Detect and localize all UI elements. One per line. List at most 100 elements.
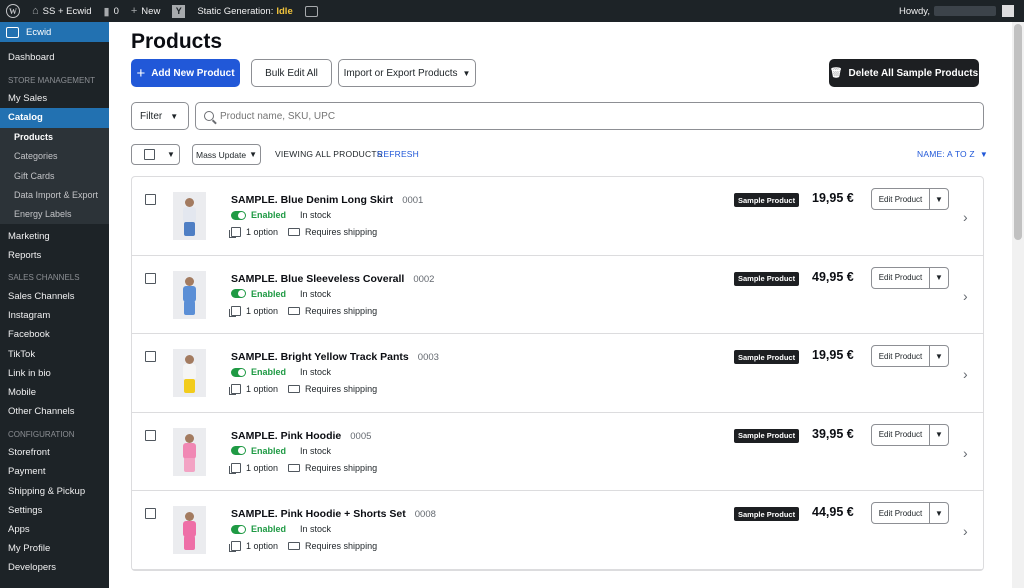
sidebar-item-instagram[interactable]: Instagram bbox=[0, 306, 109, 325]
edit-product-button[interactable]: Edit Product bbox=[872, 346, 930, 366]
chevron-down-icon: ▼ bbox=[462, 68, 471, 78]
sidebar-item-energy-labels[interactable]: Energy Labels bbox=[0, 204, 109, 223]
product-checkbox[interactable] bbox=[145, 429, 156, 441]
product-thumbnail[interactable] bbox=[173, 270, 206, 319]
ecwid-bar-link[interactable] bbox=[299, 0, 324, 22]
product-row[interactable]: SAMPLE. Blue Sleeveless Coverall 0002 Ena… bbox=[132, 256, 983, 334]
product-name-link[interactable]: SAMPLE. Pink Hoodie 0005 bbox=[231, 430, 371, 442]
chevron-right-icon[interactable]: › bbox=[963, 523, 968, 539]
chevron-right-icon[interactable]: › bbox=[963, 366, 968, 382]
product-list: SAMPLE. Blue Denim Long Skirt 0001 Enable… bbox=[131, 176, 984, 571]
sidebar-item-shipping-pickup[interactable]: Shipping & Pickup bbox=[0, 482, 109, 501]
sidebar-item-my-profile[interactable]: My Profile bbox=[0, 539, 109, 558]
sidebar-item-gift-cards[interactable]: Gift Cards bbox=[0, 166, 109, 185]
enabled-toggle[interactable] bbox=[231, 210, 246, 220]
comments-link[interactable]: ▮ 0 bbox=[98, 0, 125, 22]
product-name-link[interactable]: SAMPLE. Blue Denim Long Skirt 0001 bbox=[231, 194, 423, 206]
sidebar-item-dashboard[interactable]: Dashboard bbox=[0, 48, 109, 67]
sidebar-item-settings[interactable]: Settings bbox=[0, 501, 109, 520]
product-name-link[interactable]: SAMPLE. Blue Sleeveless Coverall 0002 bbox=[231, 273, 434, 285]
sidebar-item-facebook[interactable]: Facebook bbox=[0, 325, 109, 344]
thumbnail-head-shape bbox=[185, 355, 194, 364]
product-row[interactable]: SAMPLE. Bright Yellow Track Pants 0003 En… bbox=[132, 334, 983, 413]
chevron-right-icon[interactable]: › bbox=[963, 288, 968, 304]
site-name-link[interactable]: ⌂ SS + Ecwid bbox=[26, 0, 98, 22]
edit-product-button[interactable]: Edit Product bbox=[872, 189, 930, 209]
static-generation-status[interactable]: Static Generation: Idle bbox=[191, 0, 298, 22]
edit-product-button[interactable]: Edit Product bbox=[872, 503, 930, 523]
chevron-down-icon: ▼ bbox=[979, 150, 988, 159]
edit-product-button[interactable]: Edit Product bbox=[872, 267, 930, 288]
chevron-right-icon[interactable]: › bbox=[963, 209, 968, 225]
mass-update-button[interactable]: Mass Update ▼ bbox=[192, 144, 261, 165]
search-box bbox=[195, 102, 984, 130]
thumbnail-top-shape bbox=[183, 285, 196, 302]
avatar bbox=[1002, 5, 1014, 17]
yoast-menu[interactable]: Y bbox=[166, 0, 191, 22]
sidebar-item-my-sales[interactable]: My Sales bbox=[0, 89, 109, 108]
edit-product-dropdown[interactable]: ▼ bbox=[930, 425, 948, 445]
product-checkbox[interactable] bbox=[145, 194, 156, 205]
product-thumbnail[interactable] bbox=[173, 349, 206, 397]
product-row[interactable]: SAMPLE. Blue Denim Long Skirt 0001 Enable… bbox=[132, 177, 983, 256]
product-name-link[interactable]: SAMPLE. Pink Hoodie + Shorts Set 0008 bbox=[231, 508, 436, 520]
edit-product-button[interactable]: Edit Product bbox=[872, 424, 930, 445]
edit-product-dropdown[interactable]: ▼ bbox=[930, 503, 948, 523]
edit-product-dropdown[interactable]: ▼ bbox=[930, 346, 948, 366]
sidebar-item-storefront[interactable]: Storefront bbox=[0, 443, 109, 462]
bulk-edit-all-button[interactable]: Bulk Edit All bbox=[251, 59, 332, 87]
product-thumbnail[interactable] bbox=[173, 427, 206, 476]
edit-product-dropdown[interactable]: ▼ bbox=[930, 189, 948, 209]
search-input[interactable] bbox=[220, 110, 920, 122]
product-name-link[interactable]: SAMPLE. Bright Yellow Track Pants 0003 bbox=[231, 351, 439, 363]
product-checkbox[interactable] bbox=[145, 351, 156, 362]
status-enabled-label: Enabled bbox=[251, 524, 287, 534]
sort-dropdown[interactable]: NAME: A TO Z ▼ bbox=[917, 149, 988, 159]
product-row[interactable]: SAMPLE. Pink Hoodie 0005 Enabled In stock … bbox=[132, 413, 983, 491]
scrollbar-thumb[interactable] bbox=[1014, 24, 1022, 240]
sidebar-item-payment[interactable]: Payment bbox=[0, 462, 109, 481]
enabled-toggle[interactable] bbox=[231, 367, 246, 377]
product-thumbnail[interactable] bbox=[173, 192, 206, 240]
edit-product-dropdown[interactable]: ▼ bbox=[930, 268, 948, 288]
new-content-link[interactable]: + New bbox=[125, 0, 166, 22]
enabled-toggle[interactable] bbox=[231, 446, 246, 455]
import-export-button[interactable]: Import or Export Products ▼ bbox=[338, 59, 476, 87]
sidebar-item-marketing[interactable]: Marketing bbox=[0, 227, 109, 246]
page-scrollbar[interactable] bbox=[1012, 22, 1024, 588]
sidebar-item-mobile[interactable]: Mobile bbox=[0, 383, 109, 402]
chevron-right-icon[interactable]: › bbox=[963, 445, 968, 461]
enabled-toggle[interactable] bbox=[231, 524, 246, 534]
sidebar-item-reports[interactable]: Reports bbox=[0, 246, 109, 265]
product-row[interactable]: SAMPLE. Pink Hoodie + Shorts Set 0008 Ena… bbox=[132, 491, 983, 570]
product-thumbnail[interactable] bbox=[173, 506, 206, 554]
wordpress-icon: W bbox=[6, 4, 20, 18]
select-all-dropdown[interactable]: ▼ bbox=[131, 144, 180, 165]
sidebar-item-tiktok[interactable]: TikTok bbox=[0, 344, 109, 363]
select-all-checkbox[interactable] bbox=[144, 149, 155, 160]
delete-all-sample-products-button[interactable]: 🗑 Delete All Sample Products bbox=[829, 59, 979, 87]
sidebar-brand-ecwid[interactable]: Ecwid bbox=[0, 22, 109, 42]
enabled-toggle[interactable] bbox=[231, 289, 246, 298]
options-label: 1 option bbox=[246, 384, 279, 394]
sidebar-item-categories[interactable]: Categories bbox=[0, 147, 109, 166]
sidebar-item-developers[interactable]: Developers bbox=[0, 558, 109, 577]
sidebar-item-catalog[interactable]: Catalog bbox=[0, 108, 109, 128]
product-checkbox[interactable] bbox=[145, 272, 156, 284]
product-price: 19,95 € bbox=[812, 191, 854, 205]
sidebar-item-data-import-export[interactable]: Data Import & Export bbox=[0, 185, 109, 204]
wordpress-logo-button[interactable]: W bbox=[0, 0, 26, 22]
product-checkbox[interactable] bbox=[145, 508, 156, 519]
sidebar-item-other-channels[interactable]: Other Channels bbox=[0, 402, 109, 421]
sidebar-item-apps[interactable]: Apps bbox=[0, 520, 109, 539]
account-menu[interactable]: Howdy, bbox=[893, 0, 1024, 22]
sidebar-item-sales-channels[interactable]: Sales Channels bbox=[0, 287, 109, 306]
refresh-link[interactable]: REFRESH bbox=[377, 149, 419, 159]
sidebar-item-link-in-bio[interactable]: Link in bio bbox=[0, 364, 109, 383]
filter-button[interactable]: Filter ▼ bbox=[131, 102, 189, 130]
truck-icon bbox=[288, 542, 301, 550]
product-status: Enabled In stock bbox=[231, 289, 331, 299]
product-status: Enabled In stock bbox=[231, 367, 331, 377]
add-new-product-button[interactable]: + Add New Product bbox=[131, 59, 240, 87]
sidebar-item-products[interactable]: Products bbox=[0, 128, 109, 147]
